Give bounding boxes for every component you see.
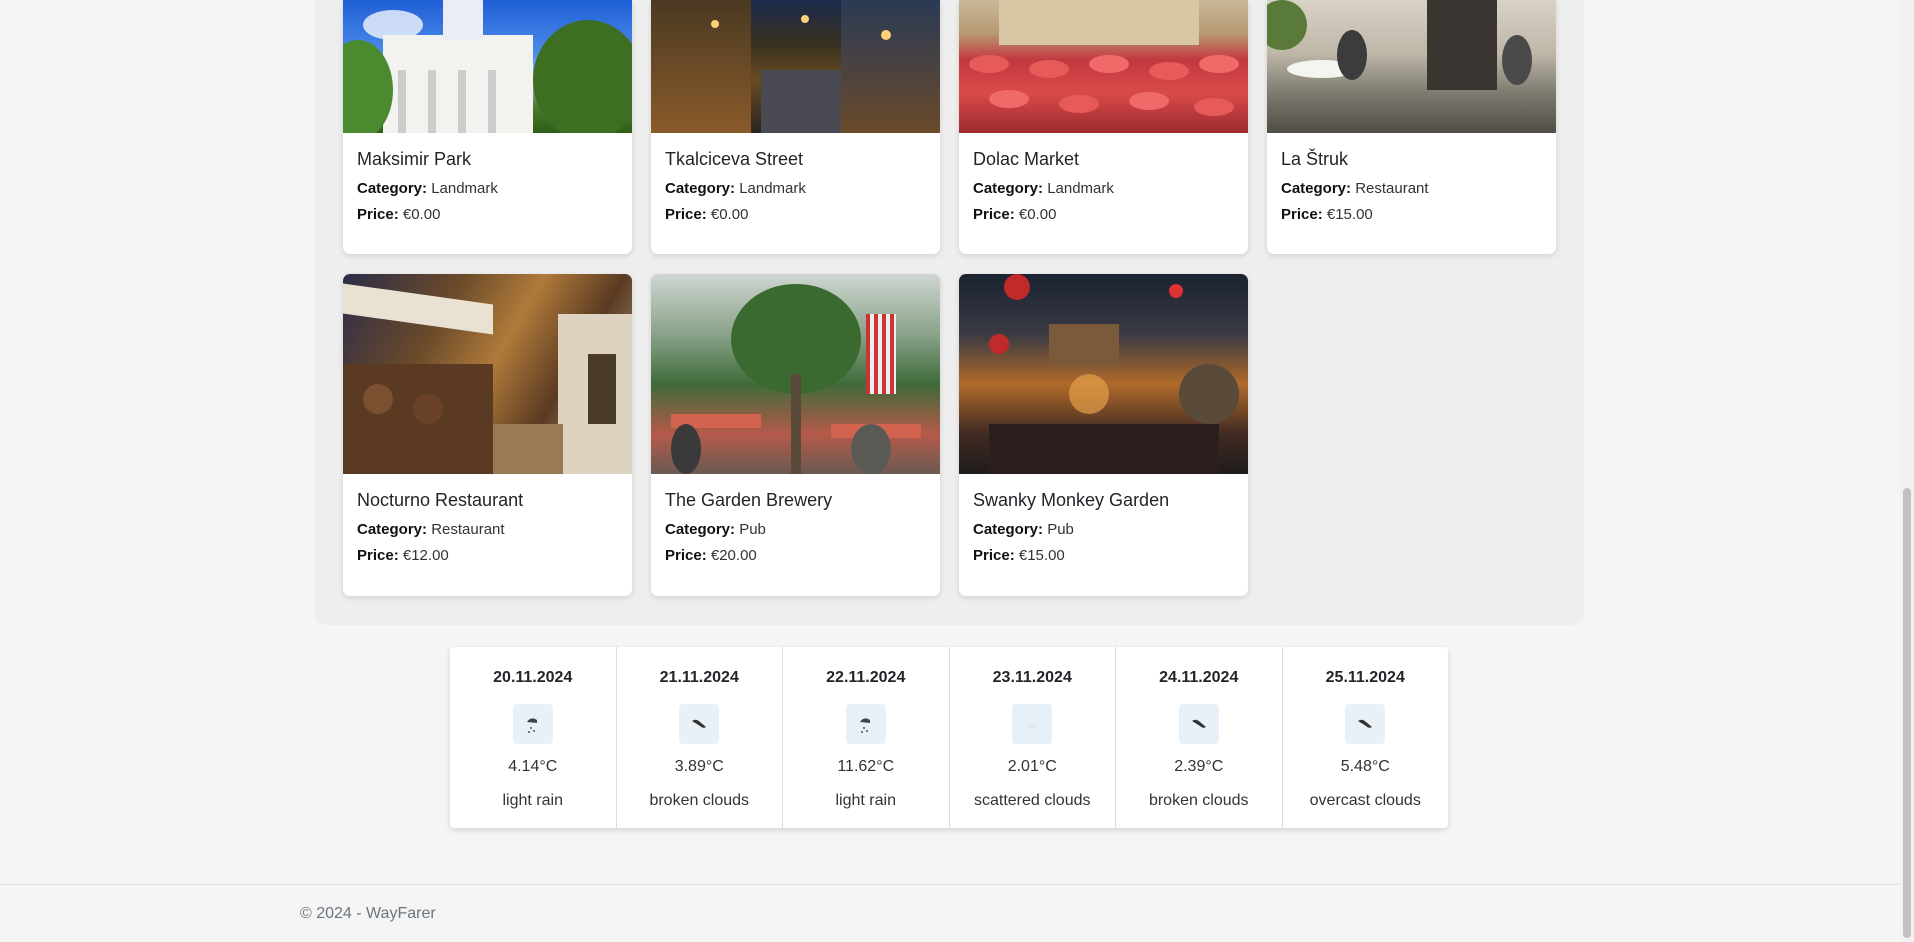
forecast-date: 23.11.2024 <box>992 669 1072 686</box>
place-price: Price: €20.00 <box>665 547 757 564</box>
forecast-date: 20.11.2024 <box>493 669 573 686</box>
rain-icon <box>845 704 886 744</box>
place-card[interactable]: Maksimir Park Category: Landmark Price: … <box>343 0 632 254</box>
place-price: Price: €0.00 <box>665 206 749 223</box>
forecast-desc: overcast clouds <box>1309 792 1421 809</box>
rain-icon <box>512 704 553 744</box>
scrollbar-thumb[interactable] <box>1903 488 1911 938</box>
forecast-desc: scattered clouds <box>973 792 1091 809</box>
forecast-day: 21.11.2024 3.89°C broken clouds <box>617 647 783 828</box>
forecast-temp: 5.48°C <box>1340 758 1390 775</box>
forecast-temp: 4.14°C <box>508 758 558 775</box>
place-category: Category: Landmark <box>665 180 806 197</box>
place-price: Price: €15.00 <box>973 547 1065 564</box>
courtyard-restaurant-image <box>1267 0 1556 133</box>
park-pavilion-image <box>343 0 632 133</box>
forecast-day: 22.11.2024 11.62°C light rain <box>783 647 950 828</box>
forecast-date: 24.11.2024 <box>1159 669 1239 686</box>
place-category: Category: Restaurant <box>357 521 505 538</box>
forecast-temp: 2.01°C <box>1007 758 1057 775</box>
place-category: Category: Restaurant <box>1281 180 1429 197</box>
place-category: Category: Pub <box>665 521 766 538</box>
forecast-temp: 11.62°C <box>837 758 895 775</box>
forecast-desc: light rain <box>502 792 563 809</box>
place-category: Category: Landmark <box>973 180 1114 197</box>
place-price: Price: €15.00 <box>1281 206 1373 223</box>
forecast-day: 24.11.2024 2.39°C broken clouds <box>1116 647 1283 828</box>
forecast-date: 22.11.2024 <box>826 669 906 686</box>
alley-restaurant-image <box>343 274 632 474</box>
places-panel: Maksimir Park Category: Landmark Price: … <box>314 0 1584 625</box>
place-card[interactable]: Dolac Market Category: Landmark Price: €… <box>959 0 1248 254</box>
place-price: Price: €12.00 <box>357 547 449 564</box>
place-price: Price: €0.00 <box>357 206 441 223</box>
place-name: Tkalciceva Street <box>665 149 804 169</box>
forecast-day: 20.11.2024 4.14°C light rain <box>450 647 617 828</box>
weather-forecast: 20.11.2024 4.14°C light rain 21.11.2024 … <box>450 647 1448 828</box>
place-name: Maksimir Park <box>357 149 472 169</box>
place-category: Category: Landmark <box>357 180 498 197</box>
broken-clouds-icon <box>679 704 720 744</box>
place-price: Price: €0.00 <box>973 206 1057 223</box>
forecast-date: 21.11.2024 <box>659 669 739 686</box>
place-card[interactable]: The Garden Brewery Category: Pub Price: … <box>651 274 940 596</box>
garden-bar-image <box>959 274 1248 474</box>
forecast-day: 23.11.2024 2.01°C scattered clouds <box>950 647 1116 828</box>
place-name: The Garden Brewery <box>665 490 833 510</box>
place-name: La Štruk <box>1281 149 1349 169</box>
footer: © 2024 - WayFarer <box>0 884 1902 942</box>
place-name: Dolac Market <box>973 149 1080 169</box>
brewery-interior-image <box>651 274 940 474</box>
broken-clouds-icon <box>1178 704 1219 744</box>
forecast-desc: light rain <box>835 792 896 809</box>
forecast-date: 25.11.2024 <box>1325 669 1405 686</box>
vertical-scrollbar[interactable] <box>1900 0 1914 942</box>
place-card[interactable]: Nocturno Restaurant Category: Restaurant… <box>343 274 632 596</box>
forecast-day: 25.11.2024 5.48°C overcast clouds <box>1283 647 1449 828</box>
forecast-temp: 3.89°C <box>674 758 724 775</box>
forecast-temp: 2.39°C <box>1174 758 1224 775</box>
place-card[interactable]: La Štruk Category: Restaurant Price: €15… <box>1267 0 1556 254</box>
market-umbrellas-image <box>959 0 1248 133</box>
footer-copyright: © 2024 - WayFarer <box>300 905 436 922</box>
overcast-clouds-icon <box>1345 704 1386 744</box>
scattered-clouds-icon <box>1012 704 1053 744</box>
place-card[interactable]: Swanky Monkey Garden Category: Pub Price… <box>959 274 1248 596</box>
place-card[interactable]: Tkalciceva Street Category: Landmark Pri… <box>651 0 940 254</box>
forecast-desc: broken clouds <box>1148 792 1249 809</box>
night-street-image <box>651 0 940 133</box>
forecast-desc: broken clouds <box>649 792 750 809</box>
place-name: Nocturno Restaurant <box>357 490 524 510</box>
place-name: Swanky Monkey Garden <box>973 490 1170 510</box>
place-category: Category: Pub <box>973 521 1074 538</box>
